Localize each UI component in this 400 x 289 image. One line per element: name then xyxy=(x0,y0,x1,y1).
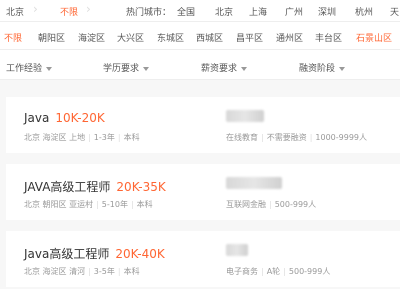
city-bar: 北京 › 不限 › 热门城市： 全国 北京 上海 广州 深圳 杭州 天 xyxy=(0,0,400,22)
filter-label: 薪资要求 xyxy=(201,64,238,74)
filter-funding[interactable]: 融资阶段 xyxy=(299,61,346,74)
job-experience: 1-3年 xyxy=(93,133,115,142)
job-experience: 5-10年 xyxy=(101,200,128,209)
chevron-down-icon xyxy=(339,66,346,71)
city-option[interactable]: 深圳 xyxy=(318,5,336,18)
job-location: 北京 朝阳区 亚运村 xyxy=(24,200,94,209)
filter-label: 工作经验 xyxy=(6,64,43,74)
city-unlimited[interactable]: 不限 xyxy=(60,5,78,18)
company-name-redacted[interactable] xyxy=(226,177,282,189)
company-industry: 在线教育 xyxy=(226,133,258,142)
divider: | xyxy=(261,133,264,142)
job-education: 本科 xyxy=(123,133,140,142)
job-title-text: JAVA高级工程师 xyxy=(24,180,111,194)
job-title-text: Java xyxy=(24,111,50,125)
divider: | xyxy=(96,200,99,209)
job-experience: 3-5年 xyxy=(93,267,115,276)
hot-cities-label: 热门城市： xyxy=(126,8,172,18)
job-card[interactable]: JAVA高级工程师 20K-35K 北京 朝阳区 亚运村 | 5-10年 | 本科 互联网… xyxy=(6,164,400,220)
chevron-down-icon xyxy=(143,66,150,71)
filter-bar: 工作经验 学历要求 薪资要求 融资阶段 xyxy=(0,50,400,80)
divider: | xyxy=(283,267,286,276)
company-meta: 互联网金融 | 500-999人 xyxy=(226,199,316,210)
company-size: 500-999人 xyxy=(274,200,317,209)
job-education: 本科 xyxy=(136,200,153,209)
company-meta: 电子商务 | A轮 | 500-999人 xyxy=(226,266,330,277)
job-title[interactable]: JAVA高级工程师 20K-35K xyxy=(24,178,166,195)
district-option[interactable]: 西城区 xyxy=(196,31,223,44)
city-option[interactable]: 天 xyxy=(390,5,399,18)
divider: | xyxy=(130,200,134,209)
city-option[interactable]: 全国 xyxy=(177,5,195,18)
company-name-redacted[interactable] xyxy=(226,244,248,256)
job-card[interactable]: Java 10K-20K 北京 海淀区 上地 | 1-3年 | 本科 在线教育 | 不需要融资… xyxy=(6,97,400,153)
job-title[interactable]: Java 10K-20K xyxy=(24,111,105,125)
company-name-redacted[interactable] xyxy=(226,110,264,122)
company-funding: A轮 xyxy=(266,267,281,276)
divider: | xyxy=(88,267,91,276)
job-card[interactable]: Java高级工程师 20K-40K 北京 海淀区 清河 | 3-5年 | 本科 电子商务 |… xyxy=(6,231,400,287)
district-option[interactable]: 石景山区 xyxy=(356,31,392,44)
district-option[interactable]: 不限 xyxy=(4,31,22,44)
breadcrumb-separator: › xyxy=(33,2,38,16)
company-industry: 互联网金融 xyxy=(226,200,266,209)
breadcrumb-separator: › xyxy=(86,2,91,16)
job-location: 北京 海淀区 清河 xyxy=(24,267,86,276)
job-title-text: Java高级工程师 xyxy=(24,247,110,261)
company-meta: 在线教育 | 不需要融资 | 1000-9999人 xyxy=(226,132,367,143)
city-option[interactable]: 广州 xyxy=(285,5,303,18)
filter-salary[interactable]: 薪资要求 xyxy=(201,61,248,74)
company-size: 500-999人 xyxy=(288,267,331,276)
divider: | xyxy=(117,267,121,276)
company-funding: 不需要融资 xyxy=(266,133,307,142)
current-city[interactable]: 北京 xyxy=(6,5,24,18)
district-option[interactable]: 朝阳区 xyxy=(38,31,65,44)
district-option[interactable]: 大兴区 xyxy=(117,31,144,44)
city-option[interactable]: 杭州 xyxy=(355,5,373,18)
filter-experience[interactable]: 工作经验 xyxy=(6,61,53,74)
job-location: 北京 海淀区 上地 xyxy=(24,133,86,142)
divider: | xyxy=(269,200,272,209)
job-meta: 北京 海淀区 清河 | 3-5年 | 本科 xyxy=(24,266,140,277)
district-filter: 不限 朝阳区 海淀区 大兴区 东城区 西城区 昌平区 通州区 丰台区 石景山区 xyxy=(0,22,400,50)
job-title[interactable]: Java高级工程师 20K-40K xyxy=(24,245,165,262)
district-option[interactable]: 昌平区 xyxy=(236,31,263,44)
filter-label: 融资阶段 xyxy=(299,64,336,74)
company-industry: 电子商务 xyxy=(226,267,258,276)
divider: | xyxy=(261,267,264,276)
district-option[interactable]: 丰台区 xyxy=(315,31,342,44)
filter-education[interactable]: 学历要求 xyxy=(103,61,150,74)
job-salary: 20K-35K xyxy=(116,180,166,194)
district-option[interactable]: 东城区 xyxy=(157,31,184,44)
job-salary: 10K-20K xyxy=(55,111,105,125)
city-option[interactable]: 北京 xyxy=(215,5,233,18)
company-size: 1000-9999人 xyxy=(315,133,368,142)
job-education: 本科 xyxy=(123,267,140,276)
job-meta: 北京 海淀区 上地 | 1-3年 | 本科 xyxy=(24,132,140,143)
city-option[interactable]: 上海 xyxy=(249,5,267,18)
chevron-down-icon xyxy=(46,66,53,71)
job-meta: 北京 朝阳区 亚运村 | 5-10年 | 本科 xyxy=(24,199,153,210)
chevron-down-icon xyxy=(241,66,248,71)
filter-label: 学历要求 xyxy=(103,64,140,74)
job-salary: 20K-40K xyxy=(115,247,165,261)
divider: | xyxy=(309,133,313,142)
divider: | xyxy=(88,133,91,142)
district-option[interactable]: 海淀区 xyxy=(78,31,105,44)
divider: | xyxy=(117,133,121,142)
district-option[interactable]: 通州区 xyxy=(276,31,303,44)
